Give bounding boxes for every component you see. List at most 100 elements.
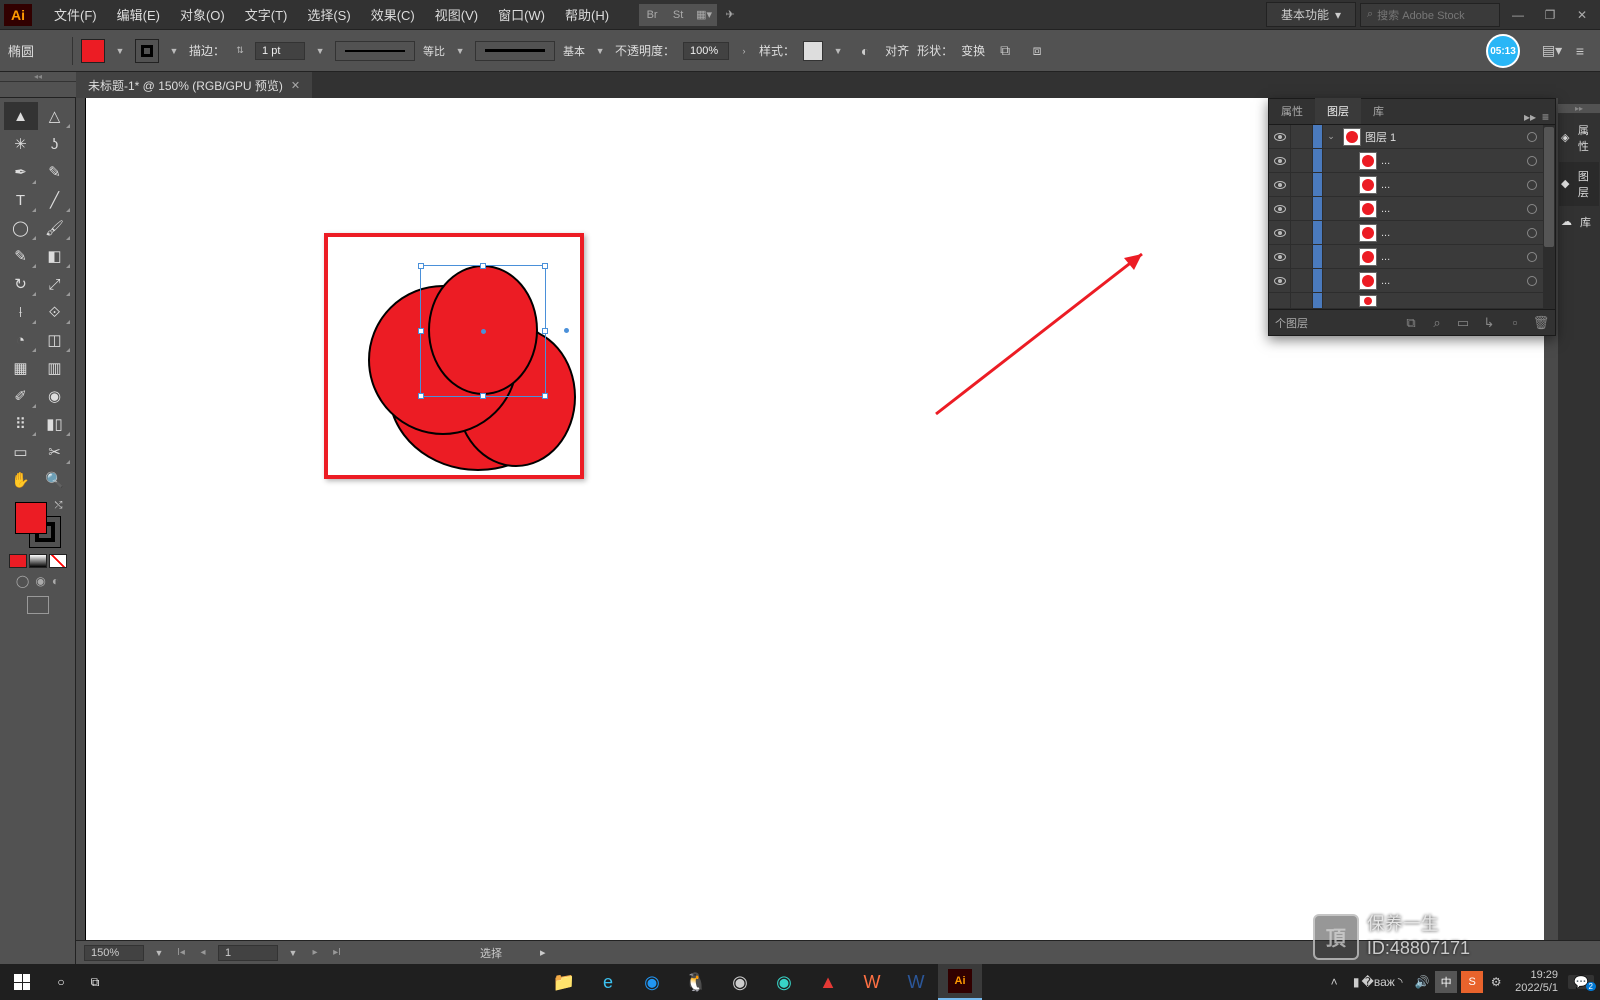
screen-mode[interactable] xyxy=(27,596,49,614)
taskbar-word[interactable]: W xyxy=(894,964,938,1000)
panel-menu-icon[interactable]: ≡ xyxy=(1568,39,1592,63)
arrange-docs-icon[interactable]: ▦▾ xyxy=(691,4,717,26)
sublayer-row[interactable]: ... xyxy=(1269,245,1555,269)
gradient-tool[interactable]: ▥ xyxy=(38,354,72,382)
swap-fill-stroke-icon[interactable]: ⤭ xyxy=(55,500,63,511)
stock-icon[interactable]: St xyxy=(665,4,691,26)
menu-object[interactable]: 对象(O) xyxy=(170,1,235,28)
tray-wifi-icon[interactable]: ◝ xyxy=(1391,975,1409,989)
taskbar-edge[interactable]: ◉ xyxy=(762,964,806,1000)
magic-wand-tool[interactable]: ✳ xyxy=(4,130,38,158)
visibility-toggle[interactable] xyxy=(1269,245,1291,268)
isolate-icon[interactable]: ⧉ xyxy=(993,39,1017,63)
sublayer-row[interactable]: ... xyxy=(1269,149,1555,173)
tray-clock[interactable]: 19:29 2022/5/1 xyxy=(1509,969,1564,995)
pen-tool[interactable]: ✒ xyxy=(4,158,38,186)
visibility-toggle[interactable] xyxy=(1269,149,1291,172)
menu-select[interactable]: 选择(S) xyxy=(297,1,360,28)
workspace-switcher[interactable]: 基本功能▾ xyxy=(1266,2,1356,27)
menu-file[interactable]: 文件(F) xyxy=(44,1,107,28)
stroke-weight-down[interactable]: ⇅ xyxy=(233,45,247,56)
opacity-input[interactable]: 100% xyxy=(683,42,729,60)
align-label[interactable]: 对齐 xyxy=(885,42,909,59)
taskbar-app-red[interactable]: ▲ xyxy=(806,964,850,1000)
selection-tool[interactable]: ▲ xyxy=(4,102,38,130)
dock-collapse[interactable]: ▸▸ xyxy=(1558,104,1600,114)
stroke-weight-dd[interactable]: ▼ xyxy=(313,46,327,56)
taskbar-illustrator[interactable]: Ai xyxy=(938,964,982,1000)
pref-icon[interactable]: ▤▾ xyxy=(1540,39,1564,63)
lasso-tool[interactable]: ʖ xyxy=(38,130,72,158)
tab-properties[interactable]: 属性 xyxy=(1269,98,1315,124)
scale-tool[interactable]: ⤢ xyxy=(38,270,72,298)
task-view[interactable]: ⧉ xyxy=(78,964,112,1000)
action-center[interactable]: 💬2 xyxy=(1568,975,1594,989)
symbol-spray-tool[interactable]: ⠿ xyxy=(4,410,38,438)
taskbar-chrome[interactable]: ◉ xyxy=(718,964,762,1000)
layer-row-parent[interactable]: ⌄ 图层 1 xyxy=(1269,125,1555,149)
sublayer-row[interactable] xyxy=(1269,293,1555,309)
close-button[interactable]: ✕ xyxy=(1568,4,1596,26)
slice-tool[interactable]: ✂ xyxy=(38,438,72,466)
target-button[interactable] xyxy=(1523,180,1541,190)
fill-color[interactable] xyxy=(81,39,105,63)
next-artboard[interactable]: ▸ xyxy=(308,946,322,960)
zoom-tool[interactable]: 🔍 xyxy=(38,466,72,494)
opacity-dd[interactable]: › xyxy=(737,46,751,56)
brush-def[interactable] xyxy=(475,41,555,61)
tray-overflow[interactable]: ˄ xyxy=(1325,975,1343,989)
sublayer-row[interactable]: ... xyxy=(1269,197,1555,221)
ellipse-tool[interactable]: ◯ xyxy=(4,214,38,242)
prev-artboard[interactable]: ◂ xyxy=(196,946,210,960)
toolbox-collapse[interactable]: ◂◂ xyxy=(0,72,76,82)
visibility-toggle[interactable] xyxy=(1269,125,1291,148)
visibility-toggle[interactable] xyxy=(1269,221,1291,244)
sublayer-row[interactable]: ... xyxy=(1269,269,1555,293)
artboard-number[interactable]: 1 xyxy=(218,945,278,961)
graph-tool[interactable]: ▮▯ xyxy=(38,410,72,438)
panel-menu-icon[interactable]: ≡ xyxy=(1542,110,1549,124)
draw-mode[interactable]: ◯◉◐ xyxy=(16,574,59,588)
search-layer-icon[interactable]: ⌕ xyxy=(1429,316,1445,330)
locate-object-icon[interactable]: ⧉ xyxy=(1403,316,1419,330)
target-button[interactable] xyxy=(1523,132,1541,142)
fill-stroke-indicator[interactable]: ⤭ xyxy=(13,500,63,550)
start-button[interactable] xyxy=(0,964,44,1000)
brush-dd[interactable]: ▼ xyxy=(593,46,607,56)
bridge-icon[interactable]: Br xyxy=(639,4,665,26)
eraser-tool[interactable]: ◧ xyxy=(38,242,72,270)
delete-layer-icon[interactable]: 🗑 xyxy=(1533,316,1549,330)
last-artboard[interactable]: ▸I xyxy=(330,946,344,960)
status-menu[interactable]: ▸ xyxy=(540,946,546,959)
visibility-toggle[interactable] xyxy=(1269,173,1291,196)
type-tool[interactable]: T xyxy=(4,186,38,214)
zoom-dd[interactable]: ▼ xyxy=(152,948,166,958)
taskbar-explorer[interactable]: 📁 xyxy=(542,964,586,1000)
target-button[interactable] xyxy=(1523,204,1541,214)
sublayer-row[interactable]: ... xyxy=(1269,173,1555,197)
menu-help[interactable]: 帮助(H) xyxy=(555,1,619,28)
expand-toggle[interactable]: ⌄ xyxy=(1323,131,1339,142)
ime-sogou[interactable]: S xyxy=(1461,971,1483,993)
new-layer-icon[interactable]: ▫ xyxy=(1507,316,1523,330)
new-sublayer-icon[interactable]: ↳ xyxy=(1481,316,1497,330)
first-artboard[interactable]: I◂ xyxy=(174,946,188,960)
tray-network-icon[interactable]: �важ xyxy=(1369,975,1387,989)
transform-label[interactable]: 变换 xyxy=(961,42,985,59)
visibility-toggle[interactable] xyxy=(1269,269,1291,292)
close-tab-icon[interactable]: ✕ xyxy=(291,79,300,92)
make-clip-icon[interactable]: ▭ xyxy=(1455,316,1471,330)
hand-tool[interactable]: ✋ xyxy=(4,466,38,494)
clip-icon[interactable]: ⧈ xyxy=(1025,39,1049,63)
shape-label[interactable]: 形状： xyxy=(917,42,953,59)
taskbar-edge-legacy[interactable]: e xyxy=(586,964,630,1000)
mesh-tool[interactable]: ▦ xyxy=(4,354,38,382)
direct-select-tool[interactable]: △ xyxy=(38,102,72,130)
menu-effect[interactable]: 效果(C) xyxy=(361,1,425,28)
color-mode-swatches[interactable] xyxy=(9,554,67,568)
target-button[interactable] xyxy=(1523,228,1541,238)
tray-settings-icon[interactable]: ⚙ xyxy=(1487,975,1505,989)
graphic-style[interactable] xyxy=(803,41,823,61)
stock-search[interactable]: ⌕搜索 Adobe Stock xyxy=(1360,3,1500,27)
profile-dd[interactable]: ▼ xyxy=(453,46,467,56)
